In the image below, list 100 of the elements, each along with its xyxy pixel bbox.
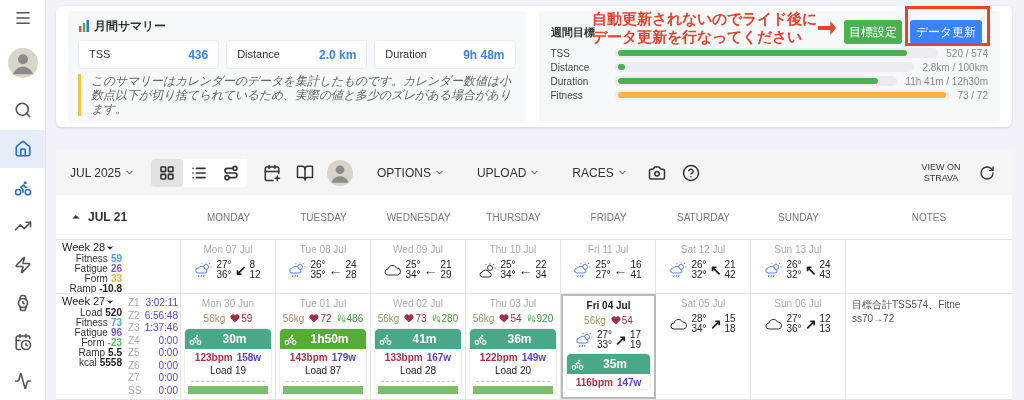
activity-card[interactable]: 36m 122bpm 149w Load 20 <box>469 328 557 395</box>
goal-reading: 2.8km / 100km <box>922 60 988 75</box>
zone-time: 0:00 <box>158 359 178 372</box>
temperature: 27° <box>786 314 802 324</box>
day-date: Sat 05 Jul <box>679 297 727 311</box>
rain-cloud-icon <box>195 262 214 278</box>
week-dropdown[interactable]: Week 28 <box>62 241 116 254</box>
weight-value: 56kg <box>203 311 226 326</box>
day-date: Fri 11 Jul <box>586 243 630 257</box>
update-data-button[interactable]: データ更新 <box>910 20 982 44</box>
power-value: 158w <box>236 352 262 364</box>
zone-time: 0:00 <box>158 372 178 385</box>
activity-duration: 36m <box>506 331 533 348</box>
heart-icon <box>309 313 320 323</box>
stat-label: Distance <box>237 47 280 63</box>
activity-duration: 41m <box>411 331 438 348</box>
week-stat-value: 33 <box>110 274 122 284</box>
temperature: 28° <box>691 314 707 324</box>
wind-speed: 22 <box>535 260 547 270</box>
wind-arrow: ← <box>518 265 533 275</box>
summary-note: このサマリーはカレンダーのデータを集計したものです。カレンダー数値は小数点以下が切り捨てられているため、実際の値と多少のズレがある場合があります。 <box>91 74 513 116</box>
annotation-text: 自動更新されないのでライド後に <box>592 10 817 27</box>
activity-load: Load 19 <box>208 364 248 378</box>
wind-arrow: ← <box>328 265 343 275</box>
weekday-heading: WEDNESDAY <box>385 210 452 225</box>
week-stat-value: 5558 <box>99 358 122 368</box>
bicycle-icon <box>474 332 487 346</box>
temperature: 33° <box>596 340 612 350</box>
week-dropdown[interactable]: Week 27 <box>62 295 116 308</box>
stat-value: 9h 48m <box>463 46 505 64</box>
wind-arrow: ← <box>423 265 438 275</box>
zone-label: Z6 <box>128 359 140 372</box>
footprints-icon <box>526 313 536 323</box>
cloud-icon <box>384 264 403 276</box>
temperature: 25° <box>500 260 516 270</box>
view-toggle[interactable] <box>150 158 183 187</box>
activity-duration: 30m <box>221 331 248 348</box>
steps-value: 920 <box>536 311 554 326</box>
week-stat-value: 26 <box>110 264 122 274</box>
activity-card[interactable]: 41m 133bpm 167w Load 28 <box>374 328 462 395</box>
bicycle-icon <box>13 178 32 197</box>
temperature: 36° <box>786 324 802 334</box>
wind-speed: 18 <box>724 324 736 334</box>
temperature: 34° <box>405 270 421 280</box>
week-stat-value: -23 <box>107 338 122 348</box>
day-date: Tue 08 Jul <box>298 243 348 257</box>
week-nav-button[interactable]: JUL 21 <box>56 208 181 226</box>
toolbar-menu[interactable]: UPLOAD <box>476 163 541 182</box>
wind-speed: 41 <box>630 270 642 280</box>
day-date: Wed 09 Jul <box>392 243 444 257</box>
activity-load: Load 87 <box>303 364 343 378</box>
week-stat-label: Fatigue <box>74 264 108 274</box>
activity-card[interactable]: 35m 116bpm 147w <box>566 353 651 390</box>
heart-icon <box>499 313 510 323</box>
heart-rate-value: 143bpm <box>289 352 328 364</box>
activity-card[interactable]: 30m 123bpm 158w Load 19 <box>184 328 272 395</box>
temperature: 25° <box>595 260 611 270</box>
calendar-plus-icon <box>262 163 281 182</box>
week-stat-label: Form <box>84 274 108 284</box>
heart-rate-value: 116bpm <box>575 377 613 389</box>
week-stat-label: kcal <box>78 358 97 368</box>
zone-label: Z1 <box>128 297 140 310</box>
temperature: 26° <box>310 260 326 270</box>
footprints-icon <box>336 313 346 323</box>
pulse-line-icon <box>13 371 32 390</box>
zone-time: 1:37:46 <box>144 322 178 335</box>
temperature: 34° <box>500 270 516 280</box>
bicycle-icon <box>571 357 584 371</box>
temperature: 26° <box>691 260 707 270</box>
wind-speed: 21 <box>724 260 736 270</box>
sidebar-item[interactable] <box>0 129 45 169</box>
wind-speed: 8 <box>249 260 257 270</box>
goal-label: Duration <box>550 74 590 89</box>
profile-avatar <box>326 159 353 186</box>
help-icon <box>681 163 700 182</box>
stat-value: 436 <box>188 46 209 64</box>
week-stat-value: 96 <box>110 328 122 338</box>
rain-cloud-icon <box>289 262 308 278</box>
toolbar-menu[interactable]: RACES <box>572 163 628 182</box>
zone-label: SS <box>128 384 142 397</box>
stat-value: 2.0 km <box>319 46 357 64</box>
wind-speed: 13 <box>819 324 831 334</box>
week-stat-label: Fatigue <box>74 328 108 338</box>
day-date: Sat 12 Jul <box>679 243 727 257</box>
route-icon <box>222 164 239 181</box>
activity-load: Load 28 <box>398 364 438 378</box>
activity-duration: 35m <box>602 356 628 373</box>
heart-icon <box>230 313 241 323</box>
power-value: 147w <box>616 377 642 389</box>
zone-time: 0:00 <box>158 334 178 347</box>
wind-speed: 19 <box>630 340 642 350</box>
toolbar-menu[interactable]: OPTIONS <box>376 163 445 182</box>
day-date: Sun 13 Jul <box>773 243 823 257</box>
heart-icon <box>610 315 621 325</box>
temperature: 27° <box>216 260 232 270</box>
view-on-strava-link[interactable]: VIEW ON STRAVA <box>916 161 966 184</box>
month-dropdown[interactable]: JUL 2025 <box>70 163 135 182</box>
activity-card[interactable]: 1h50m 143bpm 179w Load 87 <box>279 328 367 395</box>
wind-arrow: ↙ <box>234 265 247 275</box>
stat-label: TSS <box>89 47 111 63</box>
